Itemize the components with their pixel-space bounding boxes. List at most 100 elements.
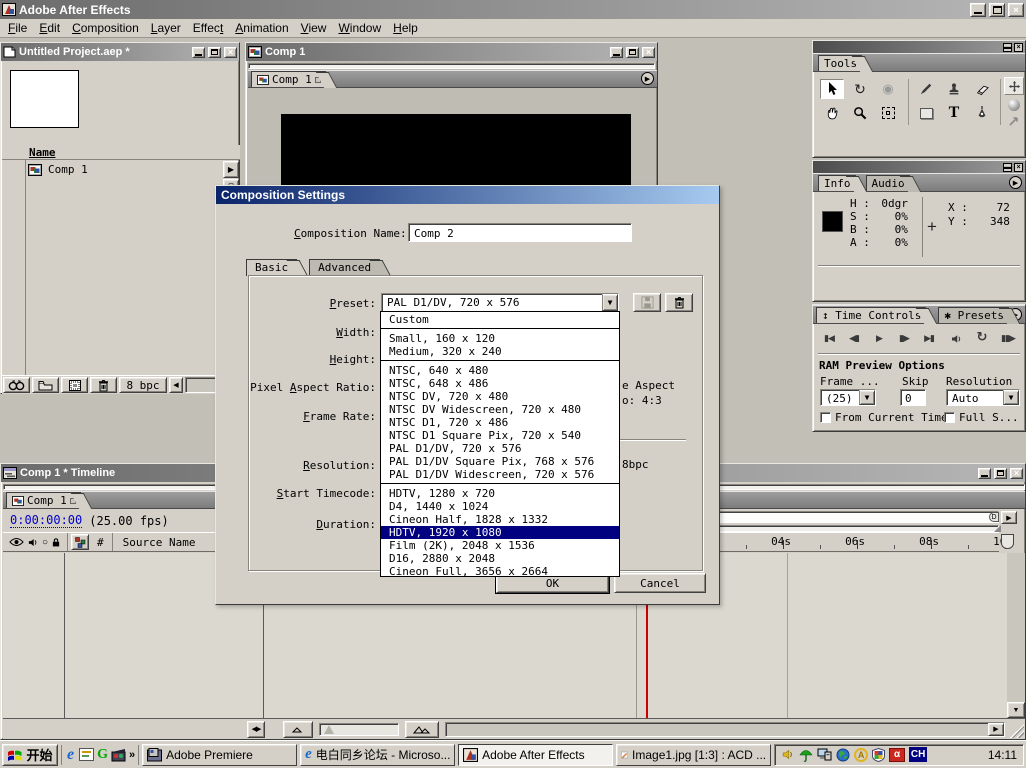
selection-tool[interactable] bbox=[820, 79, 844, 99]
resize-grip[interactable] bbox=[1010, 724, 1024, 738]
frame-rate-select[interactable]: (25)▼ bbox=[820, 389, 876, 406]
project-titlebar[interactable]: Untitled Project.aep * × bbox=[1, 43, 239, 61]
preset-option-selected[interactable]: HDTV, 1920 x 1080 bbox=[381, 526, 619, 539]
close-icon[interactable]: × bbox=[1014, 163, 1023, 172]
tray-flashget-icon[interactable]: A bbox=[854, 748, 868, 762]
comp-pan-strip[interactable] bbox=[248, 63, 655, 69]
minimize-icon[interactable] bbox=[970, 3, 986, 17]
minimize-icon[interactable] bbox=[192, 47, 205, 58]
scroll-left-icon[interactable]: ◀ bbox=[169, 377, 183, 393]
tab-presets[interactable]: ✱ Presets bbox=[938, 307, 1009, 323]
menu-layer[interactable]: Layer bbox=[145, 19, 187, 37]
new-folder-button[interactable] bbox=[32, 377, 59, 393]
preset-option[interactable]: PAL D1/DV Square Pix, 768 x 576 bbox=[381, 455, 619, 468]
menu-composition[interactable]: Composition bbox=[66, 19, 145, 37]
project-name-header[interactable]: Name bbox=[2, 145, 240, 160]
checkbox-box[interactable] bbox=[820, 412, 831, 423]
type-tool[interactable]: T bbox=[942, 103, 966, 123]
tab-comp1[interactable]: Comp 1 bbox=[251, 71, 326, 87]
minimize-icon[interactable]: ▬ bbox=[1003, 163, 1012, 172]
timeline-hscrollbar[interactable]: ▶ bbox=[445, 722, 1005, 737]
maximize-icon[interactable] bbox=[208, 47, 221, 58]
preset-option[interactable]: NTSC, 648 x 486 bbox=[381, 377, 619, 390]
lock-icon[interactable] bbox=[51, 537, 61, 548]
sphere-widget[interactable] bbox=[1008, 99, 1020, 111]
resolution-select[interactable]: Auto▼ bbox=[946, 389, 1020, 406]
project-item-comp1[interactable]: Comp 1 bbox=[2, 161, 222, 178]
tray-network-icon[interactable] bbox=[817, 748, 832, 761]
layer-number-column[interactable]: # bbox=[97, 536, 104, 549]
preset-option[interactable]: Cineon Half, 1828 x 1332 bbox=[381, 513, 619, 526]
bit-depth-button[interactable]: 8 bpc bbox=[119, 377, 167, 393]
navigator-end-cap[interactable]: D bbox=[989, 512, 999, 522]
find-button[interactable] bbox=[3, 377, 30, 393]
loop-button[interactable]: ↻ bbox=[971, 329, 993, 345]
rotation-tool[interactable]: ↻ bbox=[848, 79, 872, 99]
quicklaunch-movie-icon[interactable] bbox=[111, 748, 126, 762]
from-current-time-checkbox[interactable]: From Current Time bbox=[820, 411, 948, 424]
tab-info[interactable]: Info bbox=[818, 175, 856, 191]
rectangle-mask-tool[interactable] bbox=[914, 103, 938, 123]
preset-option[interactable]: HDTV, 1280 x 720 bbox=[381, 487, 619, 500]
start-button[interactable]: 开始 bbox=[2, 744, 58, 766]
tray-acdsee-icon[interactable]: α bbox=[889, 748, 905, 762]
delete-preset-button[interactable] bbox=[665, 293, 693, 312]
taskbar-button-after-effects[interactable]: Adobe After Effects bbox=[458, 744, 613, 766]
tray-globe-icon[interactable] bbox=[836, 748, 850, 762]
orbit-camera-tool[interactable]: ◉ bbox=[876, 79, 900, 99]
tools-titlebar[interactable]: ▬ × bbox=[813, 41, 1025, 53]
maximize-icon[interactable] bbox=[626, 47, 639, 58]
preset-select[interactable]: PAL D1/DV, 720 x 576 ▼ bbox=[381, 293, 619, 312]
eraser-tool[interactable] bbox=[970, 79, 994, 99]
minimize-icon[interactable] bbox=[610, 47, 623, 58]
checkbox-box[interactable] bbox=[944, 412, 955, 423]
preset-option[interactable]: NTSC, 640 x 480 bbox=[381, 364, 619, 377]
clone-stamp-tool[interactable] bbox=[942, 79, 966, 99]
zoom-tool[interactable] bbox=[848, 103, 872, 123]
current-timecode[interactable]: 0:00:00:00 bbox=[10, 513, 82, 528]
close-icon[interactable]: × bbox=[1008, 3, 1024, 17]
tray-volume-icon[interactable] bbox=[781, 748, 795, 761]
preset-option[interactable]: PAL D1/DV, 720 x 576 bbox=[381, 442, 619, 455]
composition-name-input[interactable]: Comp 2 bbox=[408, 223, 632, 242]
tab-lock-box[interactable] bbox=[70, 498, 76, 504]
chevron-down-icon[interactable]: ▼ bbox=[602, 294, 618, 311]
panel-menu-icon[interactable]: ▶ bbox=[641, 72, 654, 85]
brush-tool[interactable] bbox=[914, 79, 938, 99]
pan-behind-button[interactable]: ◀▶ bbox=[247, 721, 265, 738]
first-frame-button[interactable]: ▮◀ bbox=[818, 331, 840, 347]
quicklaunch-getright-icon[interactable]: G bbox=[97, 747, 108, 763]
layer-switches-button[interactable] bbox=[71, 534, 89, 550]
comp-marker-shield-icon[interactable] bbox=[1001, 534, 1014, 549]
preset-option[interactable]: D4, 1440 x 1024 bbox=[381, 500, 619, 513]
audio-button[interactable] bbox=[945, 331, 967, 347]
preset-option[interactable]: NTSC DV, 720 x 480 bbox=[381, 390, 619, 403]
tab-time-controls[interactable]: ↕ Time Controls bbox=[816, 307, 926, 323]
quicklaunch-ie-icon[interactable]: e bbox=[65, 746, 76, 764]
axis-mode-tool[interactable] bbox=[1004, 77, 1024, 95]
save-preset-button[interactable] bbox=[633, 293, 661, 312]
full-screen-checkbox[interactable]: Full S... bbox=[944, 411, 1019, 424]
menu-help[interactable]: Help bbox=[387, 19, 424, 37]
close-icon[interactable]: × bbox=[224, 47, 237, 58]
preset-option[interactable]: PAL D1/DV Widescreen, 720 x 576 bbox=[381, 468, 619, 481]
tray-messenger-icon[interactable] bbox=[872, 748, 885, 762]
menu-edit[interactable]: Edit bbox=[33, 19, 66, 37]
taskbar-button-browser[interactable]: e 电白同乡论坛 - Microso... bbox=[300, 744, 455, 766]
scroll-down-icon[interactable]: ▼ bbox=[1007, 702, 1025, 718]
region-of-interest-tool[interactable] bbox=[876, 103, 900, 123]
maximize-icon[interactable] bbox=[994, 468, 1007, 479]
close-icon[interactable]: × bbox=[1014, 43, 1023, 52]
chevron-down-icon[interactable]: ▼ bbox=[859, 390, 875, 405]
tab-tools[interactable]: Tools bbox=[818, 55, 862, 71]
menu-animation[interactable]: Animation bbox=[229, 19, 294, 37]
info-titlebar[interactable]: ▬ × bbox=[813, 161, 1025, 173]
solo-icon[interactable]: ○ bbox=[42, 537, 48, 548]
preset-option[interactable]: D16, 2880 x 2048 bbox=[381, 552, 619, 565]
quicklaunch-overflow-chevron[interactable]: » bbox=[129, 749, 135, 761]
delete-button[interactable] bbox=[90, 377, 117, 393]
tab-advanced[interactable]: Advanced bbox=[309, 259, 380, 276]
preset-option[interactable]: Film (2K), 2048 x 1536 bbox=[381, 539, 619, 552]
tab-comp1-timeline[interactable]: Comp 1 bbox=[6, 492, 81, 508]
camera-orbit-arrow[interactable] bbox=[1004, 113, 1024, 129]
